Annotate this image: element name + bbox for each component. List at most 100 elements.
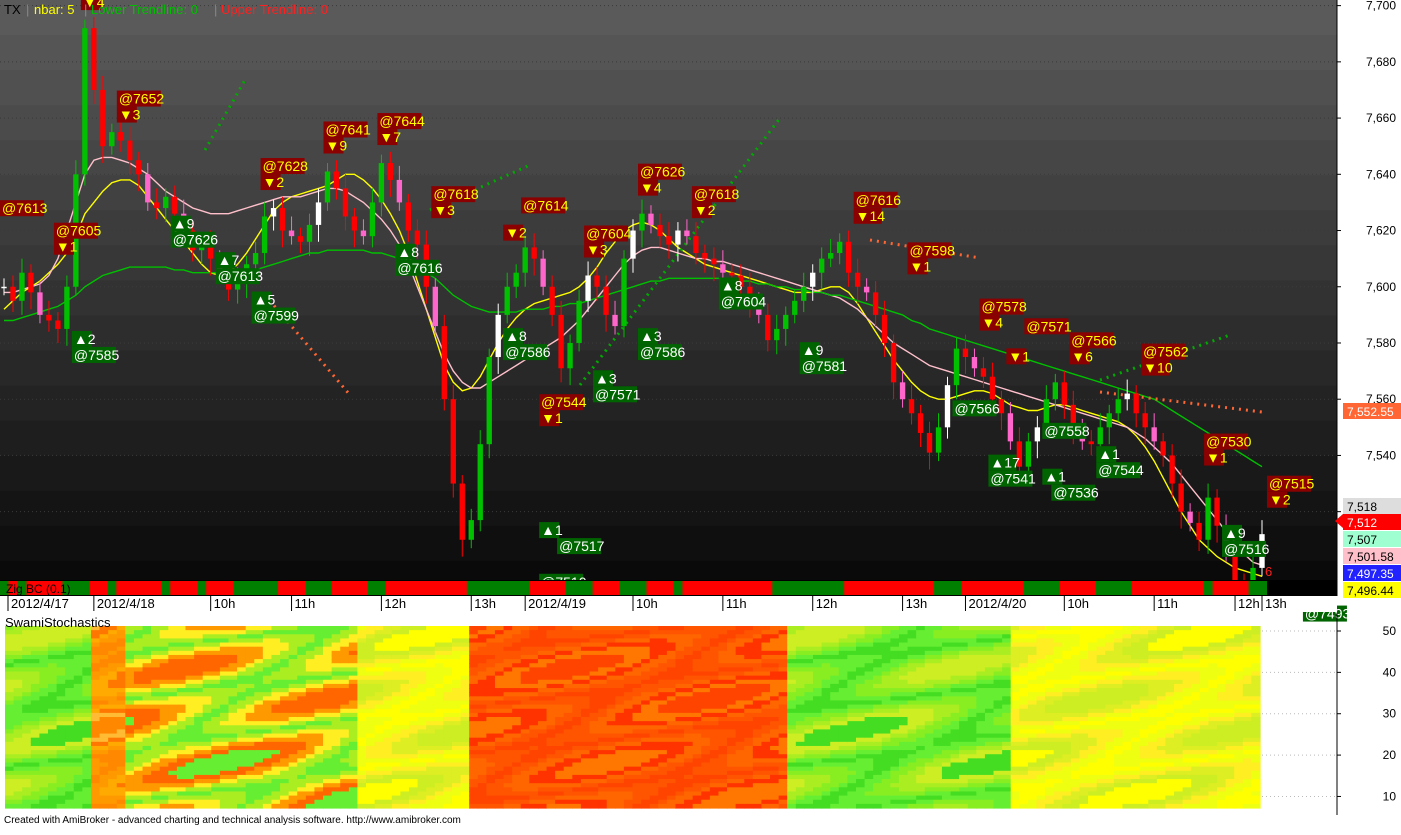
candle-body xyxy=(846,242,851,273)
heat-cell xyxy=(452,672,461,677)
heat-cell xyxy=(667,721,676,726)
heat-cell xyxy=(469,634,478,639)
heat-cell xyxy=(770,796,779,801)
heat-cell xyxy=(693,750,702,755)
heat-cell xyxy=(478,696,487,701)
heat-cell xyxy=(504,626,513,631)
heat-cell xyxy=(538,684,547,689)
heat-cell xyxy=(555,663,564,668)
heat-cell xyxy=(220,626,229,631)
heat-cell xyxy=(65,734,74,739)
heat-cell xyxy=(641,775,650,780)
heat-cell xyxy=(633,696,642,701)
zig-bc-bar xyxy=(835,581,845,595)
heat-cell xyxy=(228,688,237,693)
heat-cell xyxy=(701,767,710,772)
heat-cell xyxy=(684,688,693,693)
heat-cell xyxy=(701,655,710,660)
heat-cell xyxy=(607,705,616,710)
signal-label: @7644 xyxy=(379,113,425,129)
zig-bc-bar xyxy=(440,581,450,595)
heat-cell xyxy=(160,647,169,652)
heat-cell xyxy=(839,729,848,734)
heat-cell xyxy=(736,700,745,705)
heat-cell xyxy=(48,800,57,805)
heat-cell xyxy=(117,787,126,792)
heat-cell xyxy=(108,717,117,722)
heat-cell xyxy=(117,700,126,705)
heat-cell xyxy=(770,630,779,635)
heat-cell xyxy=(693,705,702,710)
heat-cell xyxy=(57,709,66,714)
heat-cell xyxy=(160,696,169,701)
heat-cell xyxy=(538,659,547,664)
heat-cell xyxy=(228,750,237,755)
heat-cell xyxy=(357,791,366,796)
heat-cell xyxy=(779,692,788,697)
heat-cell xyxy=(134,804,143,809)
heat-cell xyxy=(547,684,556,689)
heat-cell xyxy=(521,709,530,714)
heat-cell xyxy=(314,800,323,805)
signal-label: @7604 xyxy=(721,294,767,310)
heat-cell xyxy=(289,729,298,734)
heat-cell xyxy=(82,705,91,710)
heat-cell xyxy=(418,804,427,809)
heat-cell xyxy=(658,684,667,689)
heat-cell xyxy=(280,705,289,710)
heat-cell xyxy=(684,775,693,780)
heat-cell xyxy=(684,734,693,739)
signal-label: @7652 xyxy=(119,91,165,107)
heat-cell xyxy=(504,688,513,693)
heat-cell xyxy=(624,775,633,780)
heat-cell xyxy=(392,626,401,631)
heat-cell xyxy=(31,725,40,730)
heat-cell xyxy=(280,738,289,743)
zig-bc-bar xyxy=(512,581,522,595)
heat-cell xyxy=(314,680,323,685)
heat-cell xyxy=(65,725,74,730)
heat-cell xyxy=(813,775,822,780)
heat-cell xyxy=(839,696,848,701)
heat-cell xyxy=(426,742,435,747)
heat-cell xyxy=(796,767,805,772)
heat-cell xyxy=(598,655,607,660)
heat-cell xyxy=(641,684,650,689)
heat-cell xyxy=(675,779,684,784)
heat-cell xyxy=(693,725,702,730)
heat-cell xyxy=(761,779,770,784)
heat-cell xyxy=(624,783,633,788)
signal-label: ▲1 xyxy=(541,522,563,538)
heat-cell xyxy=(443,696,452,701)
heat-cell xyxy=(220,758,229,763)
heat-cell xyxy=(108,663,117,668)
heat-cell xyxy=(91,783,100,788)
heat-cell xyxy=(306,767,315,772)
signal-label: @7613 xyxy=(2,200,48,216)
heat-cell xyxy=(787,796,796,801)
signal-label: @7517 xyxy=(559,538,605,554)
heat-cell xyxy=(426,630,435,635)
heat-cell xyxy=(469,705,478,710)
heat-cell xyxy=(143,634,152,639)
heat-cell xyxy=(340,700,349,705)
heat-cell xyxy=(787,696,796,701)
heat-cell xyxy=(125,651,134,656)
heat-cell xyxy=(125,672,134,677)
heat-cell xyxy=(555,705,564,710)
heat-cell xyxy=(787,804,796,809)
heat-cell xyxy=(796,672,805,677)
heat-cell xyxy=(228,700,237,705)
heat-cell xyxy=(761,676,770,681)
signal-label: ▼2 xyxy=(505,225,527,241)
heat-cell xyxy=(349,771,358,776)
heat-cell xyxy=(65,684,74,689)
heat-cell xyxy=(143,692,152,697)
heat-cell xyxy=(538,725,547,730)
heat-cell xyxy=(203,647,212,652)
heat-cell xyxy=(306,655,315,660)
heat-cell xyxy=(39,721,48,726)
candle-body xyxy=(792,301,797,315)
heat-cell xyxy=(615,643,624,648)
heat-cell xyxy=(57,692,66,697)
